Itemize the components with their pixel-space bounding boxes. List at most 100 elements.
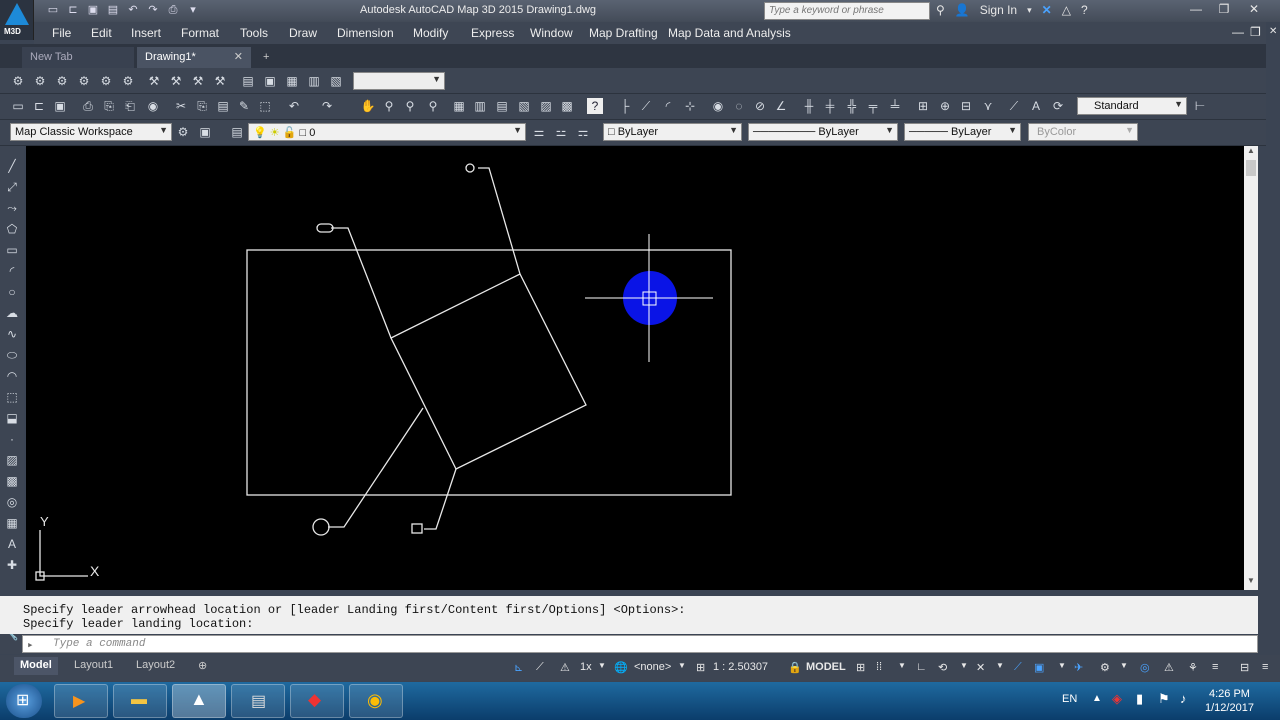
ellipse-icon[interactable]: ⬭: [4, 347, 20, 363]
properties-panel-strip[interactable]: ✕: [1266, 22, 1280, 652]
design-center-icon[interactable]: ▥: [472, 98, 488, 114]
dim-break-icon[interactable]: ╧: [887, 98, 903, 114]
viewport-scale[interactable]: 1 : 2.50307: [713, 661, 768, 673]
copy-icon[interactable]: ⎘: [194, 98, 210, 114]
pan-icon[interactable]: ✋: [360, 98, 376, 114]
clean-screen-icon[interactable]: ⚘: [1188, 661, 1198, 674]
calculator-icon[interactable]: ▩: [559, 98, 575, 114]
flag-icon[interactable]: ⚑: [1158, 691, 1170, 707]
3d-dwf-icon[interactable]: ◉: [145, 98, 161, 114]
circle-icon[interactable]: ○: [4, 284, 20, 300]
doc-minimize-icon[interactable]: —: [1232, 25, 1244, 39]
dim-continue-icon[interactable]: ╬: [844, 98, 860, 114]
taskbar-notepad[interactable]: ▤: [231, 684, 285, 718]
map-tool-icon[interactable]: ⚒: [168, 73, 184, 89]
map-combo[interactable]: ▼: [353, 72, 445, 90]
sign-in-dropdown-icon[interactable]: ▾: [1027, 5, 1032, 16]
sheet-set-icon[interactable]: ▧: [516, 98, 532, 114]
dynamic-input-icon[interactable]: ⟋: [536, 661, 544, 674]
snap-icon[interactable]: ⁞⁞: [876, 661, 882, 673]
scroll-thumb[interactable]: [1246, 160, 1256, 176]
menu-insert[interactable]: Insert: [131, 26, 161, 40]
workspace-gear-icon[interactable]: ⚙: [1100, 661, 1110, 674]
menu-file[interactable]: File: [52, 26, 71, 40]
taskbar-app[interactable]: ◆: [290, 684, 344, 718]
taskbar-explorer[interactable]: ▬: [113, 684, 167, 718]
model-space-toggle[interactable]: MODEL: [806, 661, 846, 673]
tab-layout1[interactable]: Layout1: [68, 657, 119, 675]
workspace-combo[interactable]: Map Classic Workspace ▼: [10, 123, 172, 141]
dim-text-edit-icon[interactable]: A: [1028, 98, 1044, 114]
region-icon[interactable]: ◎: [4, 494, 20, 510]
leader-line-2[interactable]: [478, 167, 521, 275]
vertical-scrollbar[interactable]: ▲ ▼: [1244, 146, 1258, 590]
system-clock[interactable]: 4:26 PM 1/12/2017: [1205, 687, 1254, 715]
start-button[interactable]: ⊞: [6, 684, 42, 718]
sign-in-link[interactable]: Sign In: [980, 3, 1017, 17]
add-selected-icon[interactable]: ✚: [4, 557, 20, 573]
menu-map-drafting[interactable]: Map Drafting: [589, 26, 658, 40]
dim-style-manager-icon[interactable]: ⊢: [1192, 98, 1208, 114]
chevron-down-icon[interactable]: ▼: [996, 661, 1004, 670]
close-icon[interactable]: ✕: [1240, 0, 1268, 18]
hatch-icon[interactable]: ▨: [4, 452, 20, 468]
add-layout-button[interactable]: ⊕: [192, 657, 213, 675]
markup-icon[interactable]: ▨: [538, 98, 554, 114]
tab-new-tab[interactable]: New Tab: [22, 47, 134, 68]
cut-icon[interactable]: ✂: [173, 98, 189, 114]
map-tool-icon[interactable]: ⚒: [146, 73, 162, 89]
chevron-down-icon[interactable]: ▼: [898, 661, 906, 670]
dim-style-combo[interactable]: Standard ▼: [1077, 97, 1187, 115]
map-tool-icon[interactable]: ⚙: [98, 73, 114, 89]
save-icon[interactable]: ▣: [86, 3, 100, 17]
taskbar-media-player[interactable]: ▶: [54, 684, 108, 718]
menu-format[interactable]: Format: [181, 26, 219, 40]
save-as-icon[interactable]: ▤: [106, 3, 120, 17]
menu-dimension[interactable]: Dimension: [337, 26, 394, 40]
zoom-window-icon[interactable]: ⚲: [402, 98, 418, 114]
workspace-settings-icon[interactable]: ⚙: [175, 124, 191, 140]
dim-angular-icon[interactable]: ∠: [773, 98, 789, 114]
quick-dim-icon[interactable]: ╫: [801, 98, 817, 114]
redo-icon[interactable]: ↷: [319, 98, 335, 114]
menu-edit[interactable]: Edit: [91, 26, 112, 40]
dim-diameter-icon[interactable]: ⊘: [752, 98, 768, 114]
plot-icon[interactable]: ⎙: [80, 98, 96, 114]
scroll-up-icon[interactable]: ▲: [1247, 146, 1255, 155]
help-icon[interactable]: ?: [1081, 3, 1088, 17]
help-search-input[interactable]: Type a keyword or phrase: [764, 2, 930, 20]
dim-ordinate-icon[interactable]: ⊹: [682, 98, 698, 114]
open-icon[interactable]: ⊏: [66, 3, 80, 17]
leader-tag-1[interactable]: [316, 223, 334, 233]
command-input[interactable]: ▸ Type a command: [22, 635, 1258, 653]
chevron-down-icon[interactable]: ▼: [1120, 661, 1128, 670]
block-editor-icon[interactable]: ⬚: [257, 98, 273, 114]
command-prompt-icon[interactable]: ▸: [27, 638, 34, 652]
properties-icon[interactable]: ▦: [451, 98, 467, 114]
menu-tools[interactable]: Tools: [240, 26, 268, 40]
dim-space-icon[interactable]: ╤: [865, 98, 881, 114]
layer-combo[interactable]: 💡 ☀ 🔓 □ 0 ▼: [248, 123, 526, 141]
color-combo[interactable]: □ ByLayer ▼: [603, 123, 742, 141]
zoom-realtime-icon[interactable]: ⚲: [381, 98, 397, 114]
point-icon[interactable]: ·: [4, 431, 20, 447]
map-tool-icon[interactable]: ⚙: [120, 73, 136, 89]
linetype-combo[interactable]: ──────── ByLayer ▼: [748, 123, 898, 141]
globe-icon[interactable]: 🌐: [614, 661, 628, 674]
menu-map-data-analysis[interactable]: Map Data and Analysis: [668, 26, 791, 40]
taskbar-chrome[interactable]: ◉: [349, 684, 403, 718]
dim-baseline-icon[interactable]: ╪: [822, 98, 838, 114]
minimize-icon[interactable]: —: [1182, 0, 1210, 18]
dim-edit-icon[interactable]: ⟋: [1006, 98, 1022, 114]
hardware-acceleration-icon[interactable]: ⚠: [1164, 661, 1174, 674]
chevron-down-icon[interactable]: ▼: [960, 661, 968, 670]
polygon-icon[interactable]: ⬠: [4, 221, 20, 237]
undo-icon[interactable]: ↶: [126, 3, 140, 17]
leader-tag-2[interactable]: [465, 163, 475, 173]
osnap-icon[interactable]: ✕: [976, 661, 985, 674]
menu-icon[interactable]: ≡: [1262, 661, 1268, 673]
arc-icon[interactable]: ◜: [4, 263, 20, 279]
insert-block-icon[interactable]: ⬚: [4, 389, 20, 405]
annotation-scale-icon[interactable]: ✈: [1074, 661, 1083, 674]
leader-tag-3[interactable]: [312, 518, 330, 536]
